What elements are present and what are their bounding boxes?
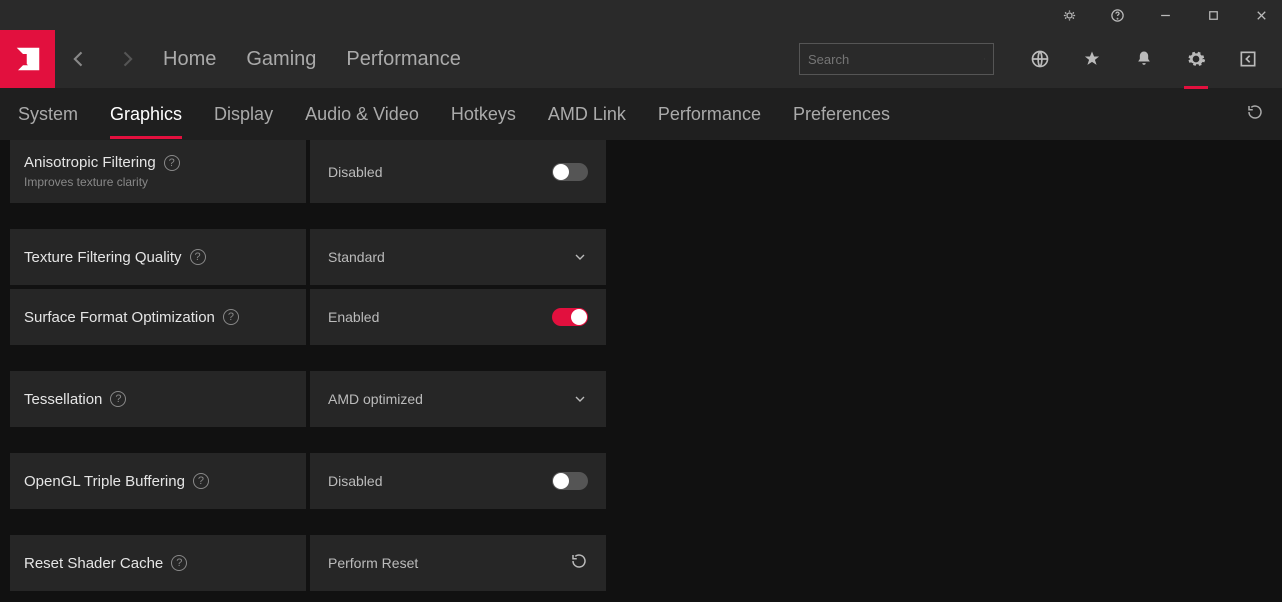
dropdown-tessellation[interactable]: AMD optimized xyxy=(310,371,606,427)
value-text: Enabled xyxy=(328,309,379,325)
value-ogl: Disabled xyxy=(310,453,606,509)
value-text: AMD optimized xyxy=(328,391,423,407)
row-tessellation: Tessellation ? AMD optimized xyxy=(10,371,1272,427)
settings-tabs: System Graphics Display Audio & Video Ho… xyxy=(0,88,1282,140)
nav-home[interactable]: Home xyxy=(163,48,216,71)
dropdown-texfilter[interactable]: Standard xyxy=(310,229,606,285)
close-button[interactable] xyxy=(1246,0,1276,30)
label-texfilter: Texture Filtering Quality ? xyxy=(10,229,306,285)
web-icon[interactable] xyxy=(1014,39,1066,79)
bell-icon[interactable] xyxy=(1118,39,1170,79)
help-icon[interactable]: ? xyxy=(110,391,126,407)
titlebar xyxy=(0,0,1282,30)
help-icon[interactable] xyxy=(1102,0,1132,30)
gear-icon[interactable] xyxy=(1170,39,1222,79)
bug-icon[interactable] xyxy=(1054,0,1084,30)
nav-gaming[interactable]: Gaming xyxy=(246,48,316,71)
nav-performance[interactable]: Performance xyxy=(346,48,461,71)
search-input[interactable] xyxy=(808,52,984,67)
tab-amd-link[interactable]: AMD Link xyxy=(548,90,626,139)
toggle-surfopt[interactable] xyxy=(552,308,588,326)
tab-system[interactable]: System xyxy=(18,90,78,139)
label-ogl: OpenGL Triple Buffering ? xyxy=(10,453,306,509)
minimize-button[interactable] xyxy=(1150,0,1180,30)
chevron-down-icon xyxy=(572,391,588,407)
label-anisotropic: Anisotropic Filtering ? Improves texture… xyxy=(10,140,306,203)
row-ogl: OpenGL Triple Buffering ? Disabled xyxy=(10,453,1272,509)
value-text: Disabled xyxy=(328,473,382,489)
row-surfopt: Surface Format Optimization ? Enabled xyxy=(10,289,1272,345)
chevron-down-icon xyxy=(572,249,588,265)
row-anisotropic: Anisotropic Filtering ? Improves texture… xyxy=(10,140,1272,203)
help-icon[interactable]: ? xyxy=(190,249,206,265)
value-text: Disabled xyxy=(328,164,382,180)
reset-icon xyxy=(570,552,588,575)
forward-button[interactable] xyxy=(103,39,151,79)
tab-display[interactable]: Display xyxy=(214,90,273,139)
help-icon[interactable]: ? xyxy=(193,473,209,489)
label-desc: Improves texture clarity xyxy=(24,175,292,189)
topbar: Home Gaming Performance xyxy=(0,30,1282,88)
label-tessellation: Tessellation ? xyxy=(10,371,306,427)
help-icon[interactable]: ? xyxy=(164,155,180,171)
label-text: Texture Filtering Quality xyxy=(24,249,182,266)
value-text: Standard xyxy=(328,249,385,265)
exit-icon[interactable] xyxy=(1222,39,1274,79)
toggle-anisotropic[interactable] xyxy=(552,163,588,181)
tab-audio-video[interactable]: Audio & Video xyxy=(305,90,419,139)
toggle-ogl[interactable] xyxy=(552,472,588,490)
button-shadercache[interactable]: Perform Reset xyxy=(310,535,606,591)
help-icon[interactable]: ? xyxy=(223,309,239,325)
top-icons xyxy=(1014,39,1274,79)
value-text: Perform Reset xyxy=(328,555,418,571)
search-icon xyxy=(984,51,985,67)
graphics-settings: Anisotropic Filtering ? Improves texture… xyxy=(0,140,1282,602)
tab-performance[interactable]: Performance xyxy=(658,90,761,139)
amd-logo[interactable] xyxy=(0,30,55,88)
tab-hotkeys[interactable]: Hotkeys xyxy=(451,90,516,139)
help-icon[interactable]: ? xyxy=(171,555,187,571)
tab-preferences[interactable]: Preferences xyxy=(793,90,890,139)
label-shadercache: Reset Shader Cache ? xyxy=(10,535,306,591)
label-text: Surface Format Optimization xyxy=(24,309,215,326)
label-surfopt: Surface Format Optimization ? xyxy=(10,289,306,345)
top-nav: Home Gaming Performance xyxy=(163,48,461,71)
value-surfopt: Enabled xyxy=(310,289,606,345)
tab-graphics[interactable]: Graphics xyxy=(110,90,182,139)
row-texfilter: Texture Filtering Quality ? Standard xyxy=(10,229,1272,285)
label-text: Anisotropic Filtering xyxy=(24,154,156,171)
label-text: OpenGL Triple Buffering xyxy=(24,473,185,490)
maximize-button[interactable] xyxy=(1198,0,1228,30)
reset-all-icon[interactable] xyxy=(1246,103,1264,126)
search-box[interactable] xyxy=(799,43,994,75)
star-icon[interactable] xyxy=(1066,39,1118,79)
value-anisotropic: Disabled xyxy=(310,140,606,203)
row-shadercache: Reset Shader Cache ? Perform Reset xyxy=(10,535,1272,591)
label-text: Reset Shader Cache xyxy=(24,555,163,572)
label-text: Tessellation xyxy=(24,391,102,408)
back-button[interactable] xyxy=(55,39,103,79)
